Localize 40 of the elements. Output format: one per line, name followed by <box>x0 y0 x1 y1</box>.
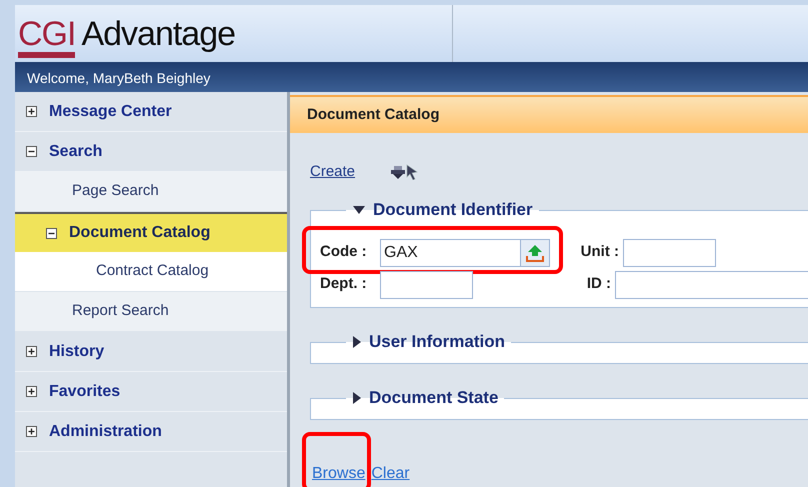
create-link[interactable]: Create <box>310 161 356 184</box>
action-link[interactable]: Browse <box>312 464 366 482</box>
expand-icon[interactable] <box>26 386 37 397</box>
nav-label: Administration <box>49 422 162 442</box>
logo-text: Advantage <box>81 16 236 52</box>
pointer-icon[interactable] <box>406 164 418 180</box>
expand-icon <box>353 336 361 348</box>
nav-item[interactable]: Contract Catalog <box>15 252 287 292</box>
field-label: ID : <box>586 274 611 294</box>
nav-label: Message Center <box>49 102 172 122</box>
welcome-text: Welcome, MaryBeth Beighley <box>27 69 210 88</box>
nav-label: History <box>49 342 104 362</box>
expand-icon[interactable] <box>26 106 37 117</box>
expand-icon[interactable] <box>26 426 37 437</box>
nav-label: Favorites <box>49 382 120 402</box>
field-label: Unit : <box>580 242 619 262</box>
collapse-icon <box>353 206 365 214</box>
collapse-icon[interactable] <box>46 228 57 238</box>
nav-label: Contract Catalog <box>96 261 209 282</box>
printer-icon[interactable] <box>391 165 406 180</box>
nav-label: Search <box>49 142 102 162</box>
nav-label: Page Search <box>72 181 159 202</box>
input-field[interactable] <box>615 270 808 298</box>
upload-icon <box>526 244 544 262</box>
lookup-button[interactable] <box>521 238 550 266</box>
nav-label: Report Search <box>72 301 169 322</box>
input-field[interactable] <box>380 270 473 298</box>
input-field[interactable]: GAX <box>380 238 521 266</box>
action-link[interactable]: Clear <box>371 464 410 482</box>
input-field[interactable] <box>623 238 716 266</box>
field-label: Code : <box>320 242 368 262</box>
nav-label: Document Catalog <box>69 223 210 243</box>
expand-icon[interactable] <box>26 346 37 357</box>
nav-item[interactable]: Document Catalog <box>15 212 287 252</box>
expand-icon <box>353 392 361 404</box>
field-label: Dept. : <box>320 274 368 294</box>
nav-item[interactable]: Page Search <box>15 172 287 212</box>
nav-item[interactable]: Report Search <box>15 292 287 332</box>
collapse-icon[interactable] <box>26 146 37 157</box>
page-title: Document Catalog <box>307 104 440 125</box>
